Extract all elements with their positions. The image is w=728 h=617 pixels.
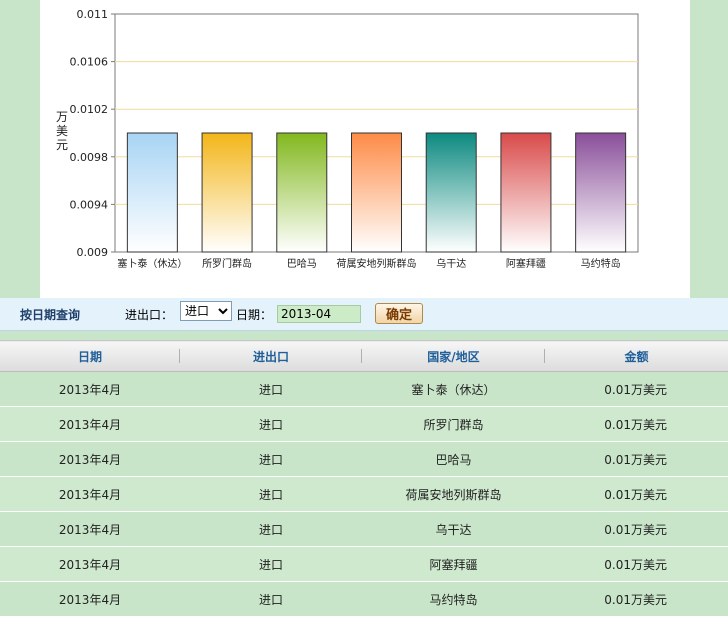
cell-io: 进口 [180,406,362,442]
bar [575,132,627,253]
y-tick-label: 0.011 [77,8,109,21]
header-amount-label: 金额 [624,349,649,364]
io-select[interactable]: 进口 [180,301,232,321]
chart-panel: 0.011 0.0106 0.0102 0.0098 0.0094 0.009 万美元塞卜泰… [40,0,690,298]
header-io-label: 进出口 [252,349,289,364]
header-io: 进出口 [180,340,362,372]
header-country: 国家/地区 [362,340,545,372]
table-row: 2013年4月 进口 乌干达 0.01万美元 [0,511,728,547]
query-bar: 按日期查询 进出口： 进口 日期： 确定 [0,298,728,331]
cell-country: 马约特岛 [362,581,545,617]
cell-date: 2013年4月 [0,581,180,617]
bar [276,132,328,253]
table-row: 2013年4月 进口 马约特岛 0.01万美元 [0,581,728,617]
y-axis-label: 元 [56,138,68,152]
y-tick-label: 0.0098 [70,151,109,164]
x-tick-label: 巴哈马 [287,257,317,270]
date-label: 日期： [236,308,273,322]
cell-date: 2013年4月 [0,546,180,582]
date-input[interactable] [277,305,361,323]
cell-date: 2013年4月 [0,511,180,547]
query-title: 按日期查询 [20,308,81,322]
table-body: 2013年4月 进口 塞卜泰（休达） 0.01万美元 2013年4月 进口 所罗… [0,371,728,617]
header-date: 日期 [0,340,180,372]
cell-country: 所罗门群岛 [362,406,545,442]
table-row: 2013年4月 进口 荷属安地列斯群岛 0.01万美元 [0,476,728,512]
bar [500,132,552,253]
cell-io: 进口 [180,476,362,512]
cell-date: 2013年4月 [0,441,180,477]
cell-amount: 0.01万美元 [545,581,728,617]
x-tick-label: 荷属安地列斯群岛 [337,257,417,270]
table-header-row: 日期 进出口 国家/地区 金额 [0,340,728,372]
cell-country: 巴哈马 [362,441,545,477]
y-tick-label: 0.009 [77,246,109,259]
header-country-label: 国家/地区 [427,349,480,364]
bar [425,132,477,253]
bar-chart: 0.011 0.0106 0.0102 0.0098 0.0094 0.009 万美元塞卜泰… [56,8,639,270]
confirm-button[interactable]: 确定 [375,303,423,324]
io-label: 进出口： [125,308,174,322]
cell-amount: 0.01万美元 [545,406,728,442]
data-table: 日期 进出口 国家/地区 金额 2013年4月 进口 塞卜泰（休达） 0.01万… [0,340,728,617]
bar [201,132,253,253]
cell-amount: 0.01万美元 [545,476,728,512]
cell-io: 进口 [180,511,362,547]
x-tick-label: 所罗门群岛 [202,257,252,270]
cell-date: 2013年4月 [0,406,180,442]
table-row: 2013年4月 进口 巴哈马 0.01万美元 [0,441,728,477]
y-tick-label: 0.0102 [70,103,109,116]
cell-country: 荷属安地列斯群岛 [362,476,545,512]
y-tick-label: 0.0094 [70,198,109,211]
y-axis-label: 美 [56,124,68,138]
cell-country: 乌干达 [362,511,545,547]
cell-io: 进口 [180,546,362,582]
bar [126,132,178,253]
header-date-label: 日期 [77,349,102,364]
y-axis-label: 万 [56,110,68,124]
cell-amount: 0.01万美元 [545,371,728,407]
bar [351,132,402,253]
cell-io: 进口 [180,371,362,407]
header-amount: 金额 [545,340,728,372]
cell-io: 进口 [180,581,362,617]
table-row: 2013年4月 进口 塞卜泰（休达） 0.01万美元 [0,371,728,407]
cell-country: 阿塞拜疆 [362,546,545,582]
cell-amount: 0.01万美元 [545,441,728,477]
table-row: 2013年4月 进口 阿塞拜疆 0.01万美元 [0,546,728,582]
cell-country: 塞卜泰（休达） [362,371,545,407]
cell-date: 2013年4月 [0,476,180,512]
cell-date: 2013年4月 [0,371,180,407]
cell-amount: 0.01万美元 [545,546,728,582]
x-tick-label: 塞卜泰（休达） [117,257,187,270]
x-tick-label: 阿塞拜疆 [506,257,546,270]
cell-amount: 0.01万美元 [545,511,728,547]
table-row: 2013年4月 进口 所罗门群岛 0.01万美元 [0,406,728,442]
cell-io: 进口 [180,441,362,477]
y-tick-label: 0.0106 [70,56,109,69]
x-tick-label: 马约特岛 [581,257,621,270]
x-tick-label: 乌干达 [436,257,466,270]
